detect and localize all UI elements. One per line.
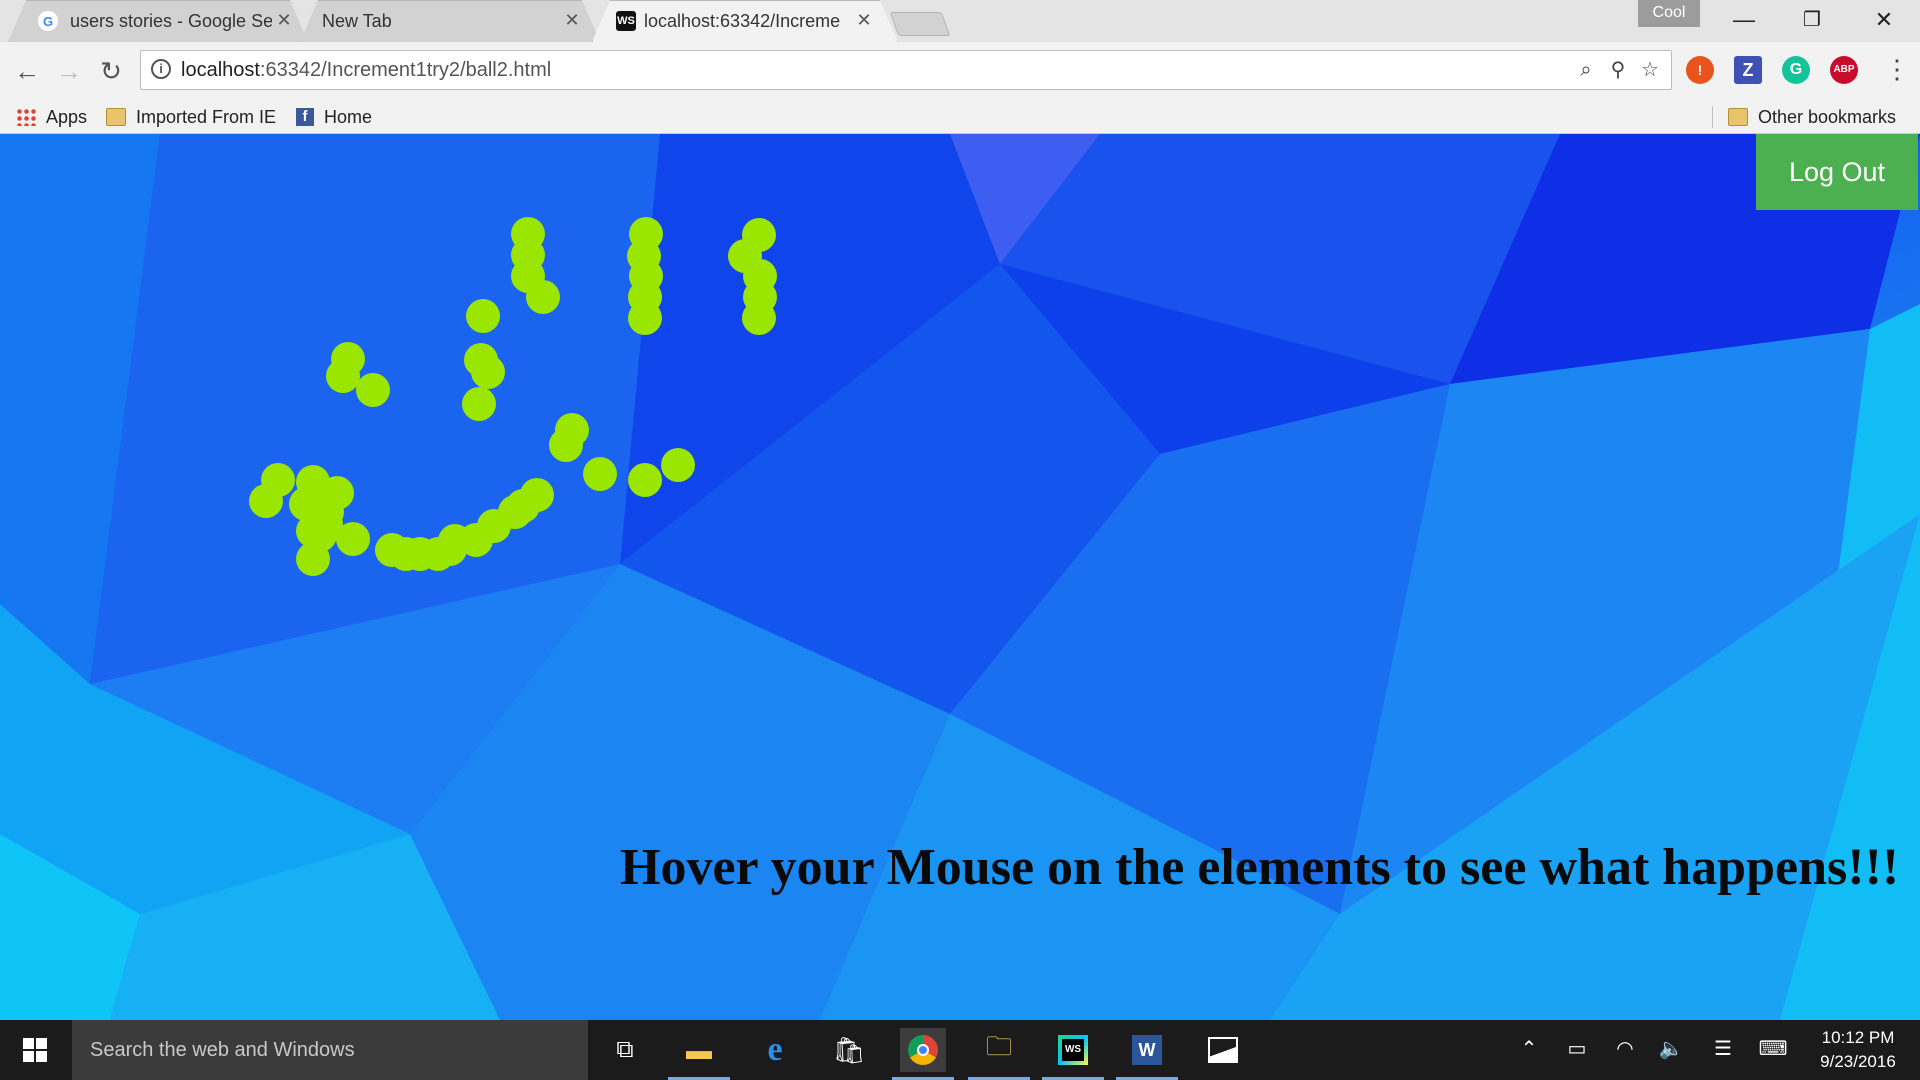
- ball[interactable]: [326, 359, 360, 393]
- grammarly-extension-icon[interactable]: G: [1782, 56, 1810, 84]
- browser-toolbar: ← → ↻ i localhost:63342/Increment1try2/b…: [0, 42, 1920, 100]
- alert-extension-icon[interactable]: !: [1686, 56, 1714, 84]
- apps-grid-icon: [16, 108, 36, 126]
- address-bar[interactable]: i localhost:63342/Increment1try2/ball2.h…: [140, 50, 1672, 90]
- file-explorer-icon[interactable]: ▬: [668, 1028, 730, 1080]
- tab-title: users stories - Google Se: [70, 11, 272, 31]
- ball[interactable]: [471, 355, 505, 389]
- ball[interactable]: [742, 301, 776, 335]
- ball[interactable]: [583, 457, 617, 491]
- tab-title: New Tab: [322, 11, 392, 31]
- bookmark-separator: [1712, 106, 1713, 128]
- start-button[interactable]: [0, 1020, 70, 1080]
- bookmarks-bar: Apps Imported From IE f Home Other bookm…: [0, 100, 1920, 134]
- bookmark-home[interactable]: f Home: [296, 100, 372, 134]
- folder-icon: [106, 108, 126, 126]
- webstorm-taskbar-icon[interactable]: WS: [1042, 1028, 1104, 1080]
- bookmark-label: Imported From IE: [136, 106, 277, 127]
- tab-localhost[interactable]: WS localhost:63342/Increme ✕: [592, 0, 898, 42]
- task-view-icon[interactable]: ⧉: [602, 1028, 648, 1072]
- bookmark-label: Other bookmarks: [1758, 106, 1897, 127]
- ball[interactable]: [628, 463, 662, 497]
- info-icon[interactable]: i: [151, 59, 171, 79]
- bookmark-star-icon[interactable]: ☆: [1637, 57, 1663, 83]
- reload-icon[interactable]: ↻: [94, 54, 128, 88]
- page-viewport: Log Out Hover your Mouse on the elements…: [0, 134, 1920, 1020]
- url-host: localhost: [181, 59, 260, 81]
- menu-icon[interactable]: ⋮: [1884, 54, 1910, 88]
- ball[interactable]: [356, 373, 390, 407]
- bookmark-label: Home: [324, 106, 373, 127]
- tab-title: localhost:63342/Increme: [644, 11, 840, 31]
- forward-arrow-icon[interactable]: →: [52, 54, 86, 88]
- keyboard-icon[interactable]: ⌨: [1758, 1034, 1788, 1064]
- close-window-icon[interactable]: ✕: [1856, 5, 1912, 35]
- key-icon[interactable]: ⚲: [1605, 57, 1631, 83]
- bookmark-imported-from-ie[interactable]: Imported From IE: [106, 100, 276, 134]
- ball[interactable]: [661, 448, 695, 482]
- ball[interactable]: [249, 484, 283, 518]
- hover-instruction-text: Hover your Mouse on the elements to see …: [620, 839, 1900, 896]
- volume-icon[interactable]: 🔈: [1656, 1034, 1686, 1064]
- close-tab-icon[interactable]: ✕: [854, 10, 874, 30]
- word-icon[interactable]: W: [1116, 1028, 1178, 1080]
- close-tab-icon[interactable]: ✕: [562, 10, 582, 30]
- edge-browser-icon[interactable]: e: [752, 1028, 798, 1072]
- facebook-icon: f: [296, 108, 314, 126]
- ball[interactable]: [462, 387, 496, 421]
- ball[interactable]: [549, 428, 583, 462]
- url-text[interactable]: localhost:63342/Increment1try2/ball2.htm…: [181, 59, 551, 82]
- show-hidden-icons-icon[interactable]: ⌃: [1514, 1034, 1544, 1064]
- zoom-icon[interactable]: ⌕: [1573, 57, 1599, 83]
- ball[interactable]: [520, 478, 554, 512]
- close-tab-icon[interactable]: ✕: [274, 10, 294, 30]
- wifi-icon[interactable]: ◠: [1610, 1034, 1640, 1064]
- sticky-notes-icon[interactable]: 🗀: [968, 1028, 1030, 1080]
- chrome-icon[interactable]: [892, 1028, 954, 1080]
- battery-icon[interactable]: ▭: [1562, 1034, 1592, 1064]
- back-arrow-icon[interactable]: ←: [10, 54, 44, 88]
- system-clock[interactable]: 10:12 PM 9/23/2016: [1810, 1026, 1906, 1074]
- tab-new-tab[interactable]: New Tab ✕: [300, 0, 600, 42]
- action-center-icon[interactable]: ☰: [1708, 1034, 1738, 1064]
- ball[interactable]: [526, 280, 560, 314]
- clock-time: 10:12 PM: [1821, 1028, 1895, 1047]
- zotero-extension-icon[interactable]: Z: [1734, 56, 1762, 84]
- windows-taskbar: Search the web and Windows ⧉ ▬ e 🛍 🗀 WS …: [0, 1020, 1920, 1080]
- profile-badge[interactable]: Cool: [1638, 0, 1700, 27]
- new-tab-button[interactable]: [889, 12, 951, 36]
- restore-icon[interactable]: ❐: [1784, 5, 1840, 35]
- taskbar-search-box[interactable]: Search the web and Windows: [72, 1020, 588, 1080]
- store-icon[interactable]: 🛍: [826, 1028, 872, 1072]
- clock-date: 9/23/2016: [1820, 1052, 1896, 1071]
- adblock-extension-icon[interactable]: ABP: [1830, 56, 1858, 84]
- bookmark-label: Apps: [46, 106, 88, 127]
- url-path: :63342/Increment1try2/ball2.html: [259, 59, 552, 81]
- ball[interactable]: [336, 522, 370, 556]
- google-icon: G: [38, 11, 58, 31]
- bookmark-other[interactable]: Other bookmarks: [1728, 100, 1896, 134]
- windows-logo-icon: [23, 1038, 47, 1062]
- folder-icon: [1728, 108, 1748, 126]
- tab-google-search[interactable]: G users stories - Google Se ✕: [8, 0, 308, 42]
- webstorm-icon: WS: [616, 11, 636, 31]
- tab-strip: G users stories - Google Se ✕ New Tab ✕ …: [0, 0, 1920, 42]
- ball[interactable]: [466, 299, 500, 333]
- ball[interactable]: [296, 542, 330, 576]
- photos-icon[interactable]: [1200, 1028, 1246, 1072]
- bookmark-apps[interactable]: Apps: [16, 100, 87, 134]
- logout-button[interactable]: Log Out: [1756, 134, 1918, 210]
- ball[interactable]: [628, 301, 662, 335]
- minimize-icon[interactable]: —: [1716, 5, 1772, 35]
